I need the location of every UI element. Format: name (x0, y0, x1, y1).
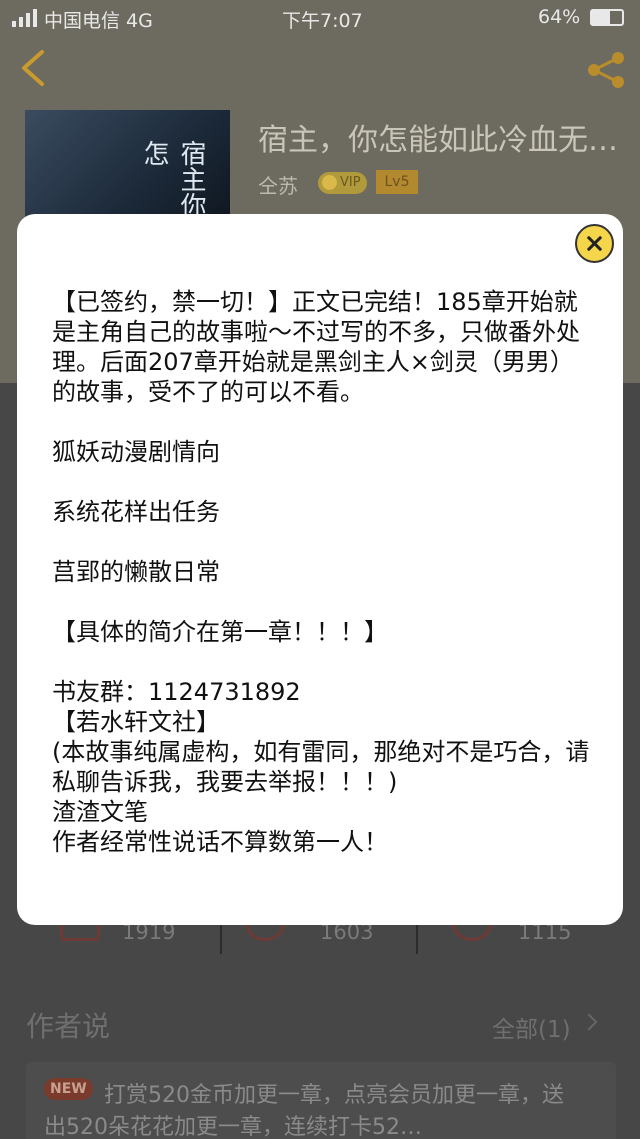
close-icon[interactable] (575, 224, 614, 263)
signal-icon (12, 7, 37, 27)
vip-badge: VIP (318, 172, 367, 194)
book-cover: 宿主你怎 (25, 110, 230, 220)
new-badge: NEW (44, 1078, 93, 1100)
intro-line: (本故事纯属虚构，如有雷同，那绝对不是巧合，请私聊告诉我，我要去举报！！！) (52, 738, 590, 796)
back-arrow-icon[interactable] (18, 48, 48, 88)
author-note-text: 打赏520金币加更一章，点亮会员加更一章，送出520朵花花加更一章，连续打卡52… (44, 1083, 564, 1139)
intro-line: 狐妖动漫剧情向 (52, 438, 220, 466)
battery-icon (590, 9, 624, 26)
share-icon[interactable] (584, 50, 628, 90)
clock: 下午7:07 (282, 10, 363, 32)
battery-percent: 64% (538, 6, 581, 28)
intro-line: 莒郢的懒散日常 (52, 558, 220, 586)
author-name[interactable]: 仝苏 (258, 170, 298, 199)
level-badge: Lv5 (376, 170, 418, 194)
book-title: 宿主，你怎能如此冷血无… (258, 123, 618, 158)
intro-line: 【若水轩文社】 (52, 708, 220, 736)
author-says-title: 作者说 (26, 1010, 111, 1043)
cover-title: 宿主你怎 (139, 140, 206, 218)
intro-line: 作者经常性说话不算数第一人！ (52, 828, 388, 856)
intro-paragraph: 【已签约，禁一切！】正文已完结！185章开始就是主角自己的故事啦～不过写的不多，… (52, 288, 580, 406)
status-bar: 中国电信 4G 下午7:07 64% (0, 0, 640, 36)
intro-text: 【已签约，禁一切！】正文已完结！185章开始就是主角自己的故事啦～不过写的不多，… (52, 287, 592, 857)
intro-line: 渣渣文笔 (52, 798, 148, 826)
carrier-label: 中国电信 4G (44, 10, 153, 32)
intro-line: 系统花样出任务 (52, 498, 220, 526)
divider (416, 924, 418, 954)
intro-line: 【具体的简介在第一章！！！】 (52, 618, 388, 646)
divider (220, 924, 222, 954)
author-says-all-link[interactable]: 全部(1) (492, 1010, 571, 1044)
intro-line: 书友群：1124731892 (52, 678, 301, 706)
